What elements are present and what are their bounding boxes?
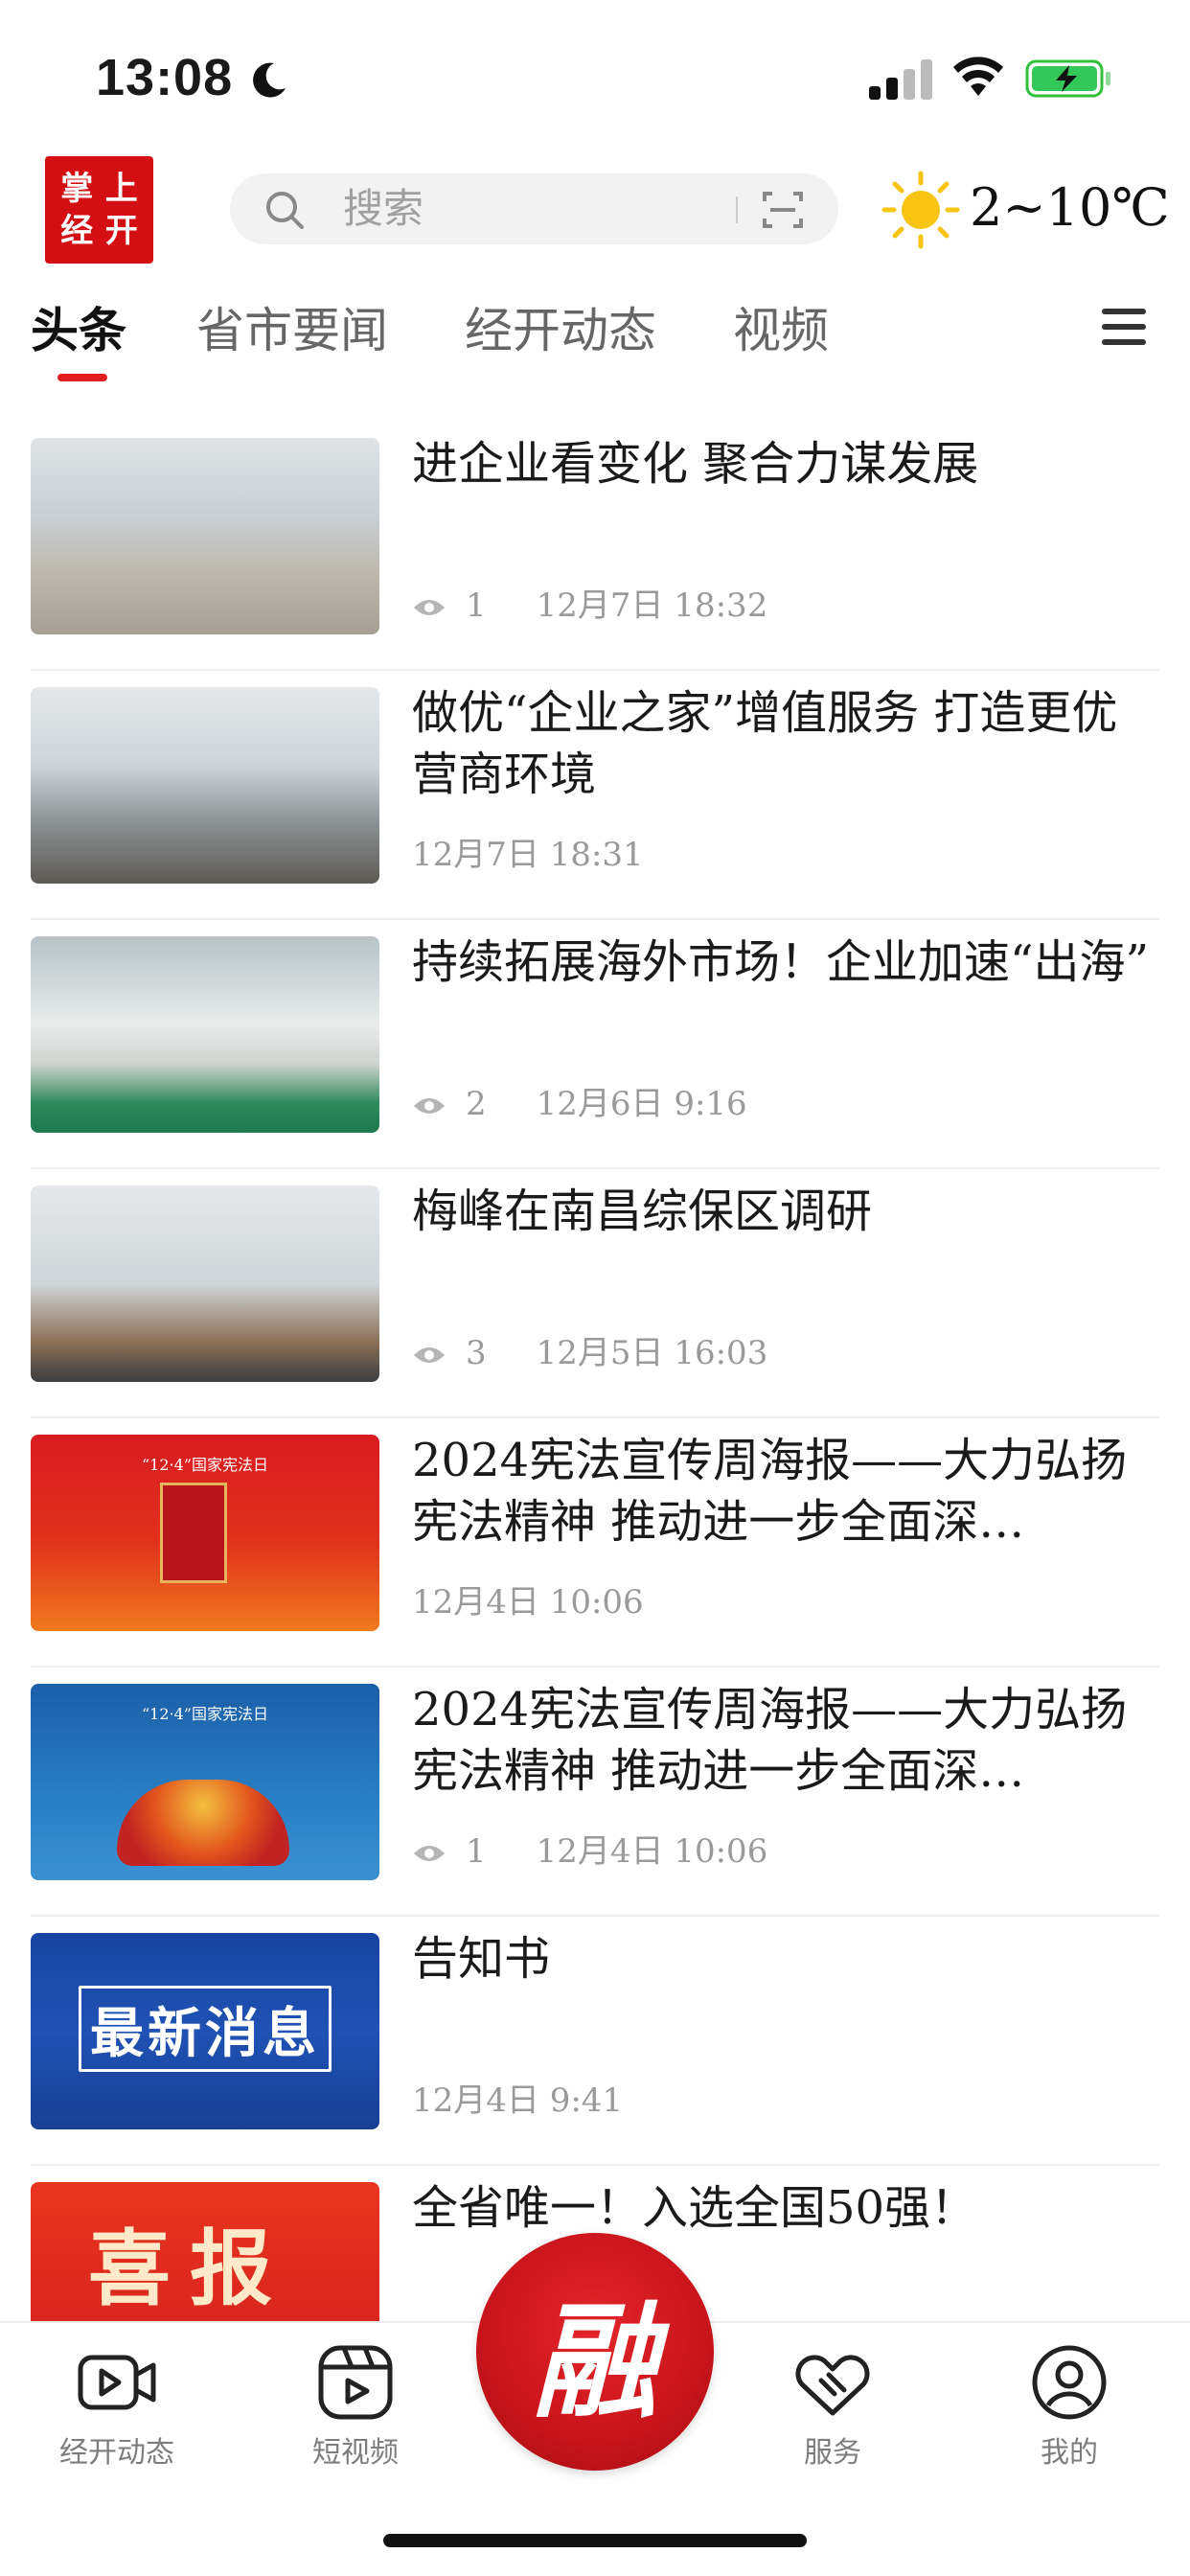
news-thumbnail: “12·4”国家宪法日	[31, 1684, 379, 1880]
publish-date: 12月5日 16:03	[536, 1334, 768, 1372]
news-title: 做优“企业之家”增值服务 打造更优营商环境	[412, 686, 1118, 801]
eye-icon	[414, 1846, 445, 1861]
moon-icon	[253, 62, 286, 98]
view-count: 2	[466, 1085, 487, 1123]
scan-icon[interactable]	[763, 190, 803, 230]
news-item[interactable]: 持续拓展海外市场！企业加速“出海” 2 12月6日 9:16	[31, 920, 1159, 1169]
nav-label: 经开动态	[59, 2436, 174, 2470]
eye-icon	[414, 600, 445, 615]
constitution-book-graphic	[160, 1483, 227, 1583]
news-title: 梅峰在南昌综保区调研	[412, 1184, 873, 1238]
nav-service[interactable]: 服务	[756, 2342, 909, 2486]
news-thumbnail	[31, 687, 379, 884]
logo-char: 上	[104, 170, 138, 208]
eye-icon	[414, 1098, 445, 1114]
news-item[interactable]: “12·4”国家宪法日 2024宪法宣传周海报——大力弘扬宪法精神 推动进一步全…	[31, 1668, 1159, 1917]
handshake-icon	[795, 2355, 870, 2416]
news-item[interactable]: 梅峰在南昌综保区调研 3 12月5日 16:03	[31, 1169, 1159, 1418]
tab-headlines[interactable]: 头条	[31, 297, 126, 364]
news-meta: 3 12月5日 16:03	[412, 1332, 767, 1374]
news-thumbnail: 最新消息	[31, 1933, 379, 2129]
active-tab-indicator	[57, 374, 107, 381]
latest-news-banner-text: 最新消息	[79, 1986, 332, 2072]
news-meta: 12月7日 18:31	[412, 834, 644, 876]
user-profile-icon	[1032, 2345, 1107, 2420]
short-video-icon	[318, 2345, 393, 2420]
publish-date: 12月7日 18:32	[536, 586, 768, 625]
poster-caption: “12·4”国家宪法日	[142, 1705, 268, 1723]
news-meta: 2 12月6日 9:16	[412, 1083, 747, 1125]
news-item[interactable]: 最新消息 告知书 12月4日 9:41	[31, 1917, 1159, 2166]
nav-short-video[interactable]: 短视频	[279, 2342, 432, 2486]
app-logo[interactable]: 掌 上 经 开	[45, 156, 153, 264]
eye-icon	[414, 1347, 445, 1363]
logo-char: 掌	[60, 170, 94, 208]
nav-label: 服务	[804, 2436, 861, 2470]
view-count: 1	[466, 586, 487, 625]
rong-label: 融	[532, 2288, 657, 2435]
nav-label: 短视频	[312, 2436, 399, 2470]
news-thumbnail	[31, 1185, 379, 1382]
status-time: 13:08	[96, 49, 234, 106]
news-item[interactable]: 进企业看变化 聚合力谋发展 1 12月7日 18:32	[31, 422, 1159, 671]
view-count: 3	[466, 1334, 487, 1372]
search-input[interactable]: 搜索	[230, 173, 838, 244]
publish-date: 12月4日 10:06	[412, 1583, 644, 1622]
news-meta: 12月4日 9:41	[412, 2080, 623, 2122]
news-title: 进企业看变化 聚合力谋发展	[412, 437, 979, 491]
good-news-banner-text: 喜报	[88, 2220, 291, 2317]
flower-basket-graphic	[117, 1780, 289, 1866]
publish-date: 12月4日 10:06	[536, 1832, 768, 1871]
tab-video[interactable]: 视频	[733, 297, 829, 364]
news-meta: 12月4日 10:06	[412, 1581, 644, 1623]
cellular-signal-icon	[869, 59, 932, 100]
search-divider	[736, 196, 738, 223]
publish-date: 12月6日 9:16	[536, 1085, 747, 1123]
status-bar: 13:08	[0, 0, 1190, 144]
search-icon	[266, 192, 304, 229]
nav-label: 我的	[1041, 2436, 1098, 2470]
rong-center-button[interactable]: 融	[476, 2233, 714, 2471]
tab-province-city-news[interactable]: 省市要闻	[196, 297, 388, 364]
news-item[interactable]: “12·4”国家宪法日 2024宪法宣传周海报——大力弘扬宪法精神 推动进一步全…	[31, 1418, 1159, 1668]
sun-icon	[881, 171, 960, 249]
news-thumbnail	[31, 438, 379, 634]
news-thumbnail	[31, 936, 379, 1133]
tab-jingkai-news[interactable]: 经开动态	[465, 297, 656, 364]
wifi-icon	[953, 57, 1003, 96]
category-tabs: 头条 省市要闻 经开动态 视频	[0, 297, 1190, 383]
news-thumbnail: “12·4”国家宪法日	[31, 1435, 379, 1631]
view-count: 1	[466, 1832, 487, 1871]
logo-char: 经	[60, 212, 94, 250]
search-placeholder: 搜索	[343, 185, 424, 232]
poster-caption: “12·4”国家宪法日	[142, 1456, 268, 1474]
publish-date: 12月4日 9:41	[412, 2082, 624, 2120]
news-title: 2024宪法宣传周海报——大力弘扬宪法精神 推动进一步全面深…	[412, 1434, 1128, 1549]
weather-temperature[interactable]: 2~10℃	[970, 176, 1170, 240]
nav-jingkai-news[interactable]: 经开动态	[40, 2342, 194, 2486]
news-title: 持续拓展海外市场！企业加速“出海”	[412, 935, 1150, 989]
battery-charging-icon	[1025, 59, 1110, 98]
news-meta: 1 12月7日 18:32	[412, 585, 767, 627]
logo-char: 开	[104, 212, 138, 250]
menu-icon[interactable]	[1102, 307, 1146, 347]
news-title: 2024宪法宣传周海报——大力弘扬宪法精神 推动进一步全面深…	[412, 1683, 1128, 1798]
publish-date: 12月7日 18:31	[412, 836, 644, 874]
news-item[interactable]: 做优“企业之家”增值服务 打造更优营商环境 12月7日 18:31	[31, 671, 1159, 920]
news-meta: 1 12月4日 10:06	[412, 1830, 767, 1873]
nav-profile[interactable]: 我的	[993, 2342, 1146, 2486]
news-title: 告知书	[412, 1932, 551, 1986]
news-title: 全省唯一！入选全国50强！	[412, 2181, 977, 2235]
video-play-icon	[78, 2355, 156, 2410]
home-indicator[interactable]	[383, 2534, 807, 2547]
